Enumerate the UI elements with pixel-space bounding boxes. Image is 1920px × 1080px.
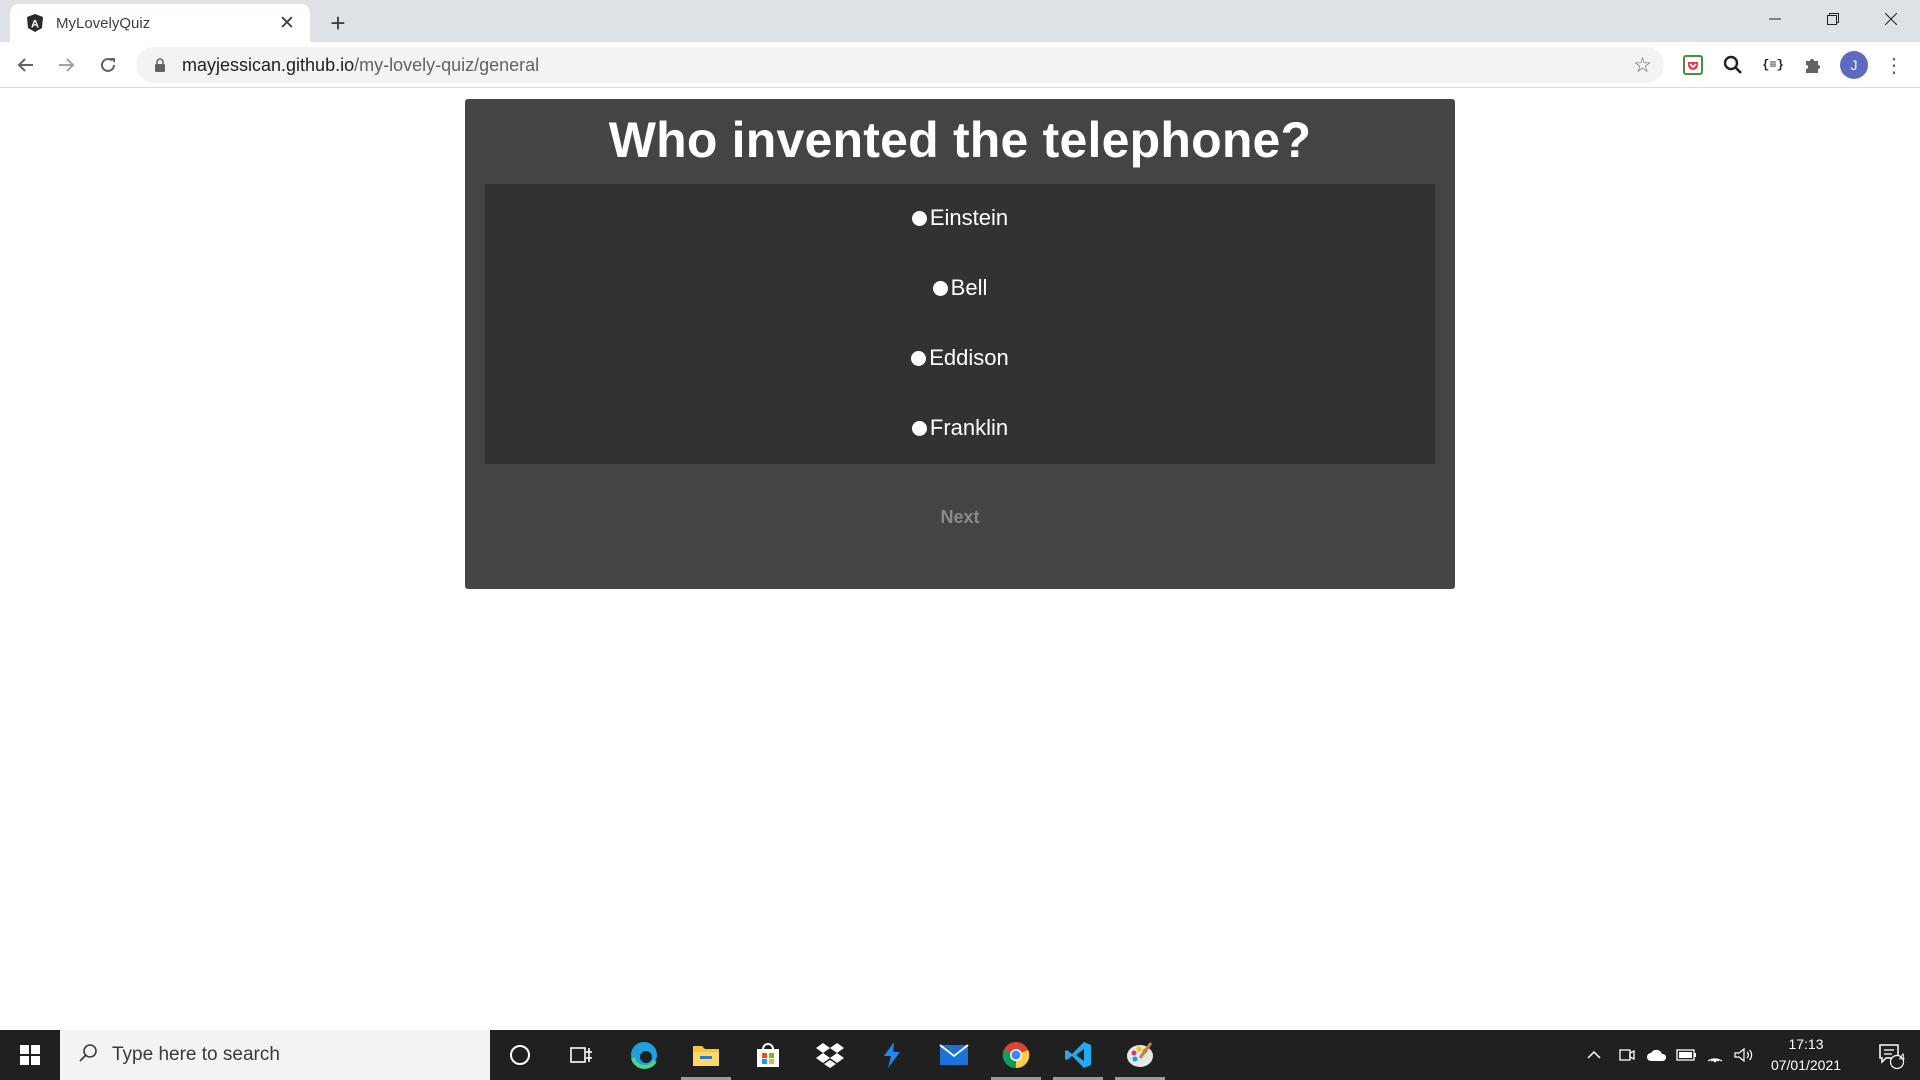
tab-title: MyLovelyQuiz — [56, 14, 151, 32]
svg-text:A: A — [31, 19, 39, 31]
restore-icon[interactable] — [1804, 0, 1862, 38]
answer-label: Eddison — [929, 345, 1009, 370]
clock-time: 17:13 — [1788, 1036, 1824, 1052]
window-controls — [1746, 0, 1920, 38]
answer-label: Einstein — [929, 205, 1009, 230]
action-center-icon[interactable]: 4 — [1866, 1030, 1916, 1080]
paint-app-icon[interactable] — [1109, 1030, 1171, 1080]
answer-option[interactable]: Einstein — [485, 198, 1435, 238]
windows-start-icon[interactable] — [0, 1030, 60, 1080]
answer-option[interactable]: Eddison — [485, 338, 1435, 378]
lock-icon — [152, 57, 168, 73]
minimize-icon[interactable] — [1746, 0, 1804, 38]
answer-label: Bell — [950, 275, 988, 300]
windows-taskbar: Type here to search 17:13 07/01/2021 4 — [0, 1030, 1920, 1080]
url-path: /my-lovely-quiz/general — [354, 54, 540, 75]
close-window-icon[interactable] — [1862, 0, 1920, 38]
browser-menu-icon[interactable]: ⋮ — [1880, 51, 1908, 79]
wifi-icon[interactable] — [1706, 1030, 1724, 1080]
forward-arrow-icon[interactable] — [50, 49, 82, 81]
answers-panel: Einstein Bell Eddison Franklin — [485, 184, 1435, 464]
microsoft-store-icon[interactable] — [737, 1030, 799, 1080]
extensions-puzzle-icon[interactable] — [1798, 50, 1828, 80]
radio-button[interactable] — [911, 350, 927, 366]
clock-date: 07/01/2021 — [1770, 1057, 1842, 1073]
search-icon — [78, 1043, 98, 1068]
browser-tabstrip: A MyLovelyQuiz ✕ + — [0, 0, 1920, 42]
url-host: mayjessican.github.io — [182, 54, 355, 75]
angular-favicon-icon: A — [24, 12, 46, 34]
tab-close-icon[interactable]: ✕ — [276, 12, 298, 34]
reload-icon[interactable] — [92, 49, 124, 81]
address-bar[interactable]: mayjessican.github.io/my-lovely-quiz/gen… — [136, 47, 1664, 83]
taskbar-search-box[interactable]: Type here to search — [60, 1030, 490, 1080]
notification-count: 4 — [1898, 1052, 1906, 1064]
new-tab-button[interactable]: + — [322, 7, 354, 39]
taskbar-clock[interactable]: 17:13 07/01/2021 — [1756, 1034, 1856, 1076]
dropbox-icon[interactable] — [799, 1030, 861, 1080]
meet-now-icon[interactable] — [1618, 1030, 1636, 1080]
onedrive-cloud-icon[interactable] — [1646, 1030, 1668, 1080]
bookmark-star-icon[interactable]: ☆ — [1633, 53, 1652, 78]
radio-button[interactable] — [932, 280, 948, 296]
profile-avatar[interactable]: J — [1840, 51, 1868, 79]
browser-tab[interactable]: A MyLovelyQuiz ✕ — [10, 4, 310, 42]
search-extension-icon[interactable] — [1718, 50, 1748, 80]
search-placeholder: Type here to search — [112, 1044, 280, 1065]
next-button[interactable]: Next — [910, 497, 1010, 537]
answer-label: Franklin — [929, 415, 1009, 440]
cortana-icon[interactable] — [489, 1030, 551, 1080]
chrome-icon[interactable] — [985, 1030, 1047, 1080]
radio-button[interactable] — [911, 210, 927, 226]
answer-option[interactable]: Franklin — [485, 408, 1435, 448]
back-arrow-icon[interactable] — [10, 49, 42, 81]
edge-browser-icon[interactable] — [613, 1030, 675, 1080]
question-title: Who invented the telephone? — [608, 112, 1312, 168]
vscode-icon[interactable] — [1047, 1030, 1109, 1080]
azure-data-studio-icon[interactable] — [861, 1030, 923, 1080]
browser-toolbar: mayjessican.github.io/my-lovely-quiz/gen… — [0, 42, 1920, 88]
file-explorer-icon[interactable] — [675, 1030, 737, 1080]
volume-icon[interactable] — [1734, 1030, 1754, 1080]
show-hidden-icons-chevron-icon[interactable] — [1586, 1030, 1602, 1080]
quiz-card: Who invented the telephone? Einstein Bel… — [465, 99, 1455, 589]
battery-icon[interactable] — [1676, 1030, 1698, 1080]
radio-button[interactable] — [911, 420, 927, 436]
answer-option[interactable]: Bell — [485, 268, 1435, 308]
mail-icon[interactable] — [923, 1030, 985, 1080]
pocket-extension-icon[interactable] — [1678, 50, 1708, 80]
task-view-icon[interactable] — [551, 1030, 613, 1080]
json-extension-icon[interactable]: {≡} — [1758, 50, 1788, 80]
